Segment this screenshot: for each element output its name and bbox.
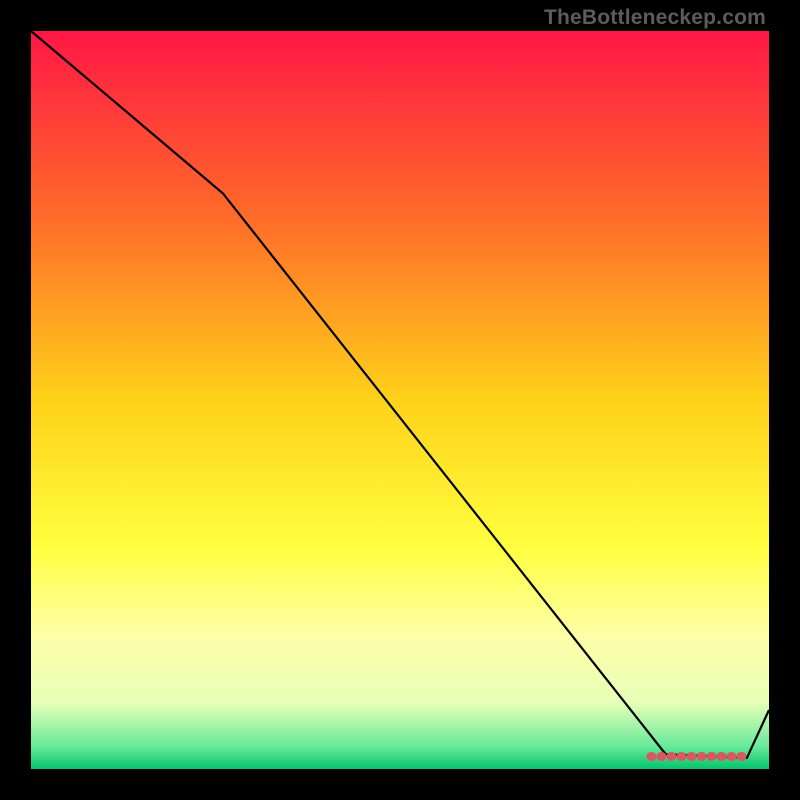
chart-frame: TheBottleneckер.com xyxy=(0,0,800,800)
watermark-text: TheBottleneckер.com xyxy=(544,6,766,30)
plot-area xyxy=(31,31,769,769)
chart-svg xyxy=(31,31,769,769)
gradient-background xyxy=(31,31,769,769)
